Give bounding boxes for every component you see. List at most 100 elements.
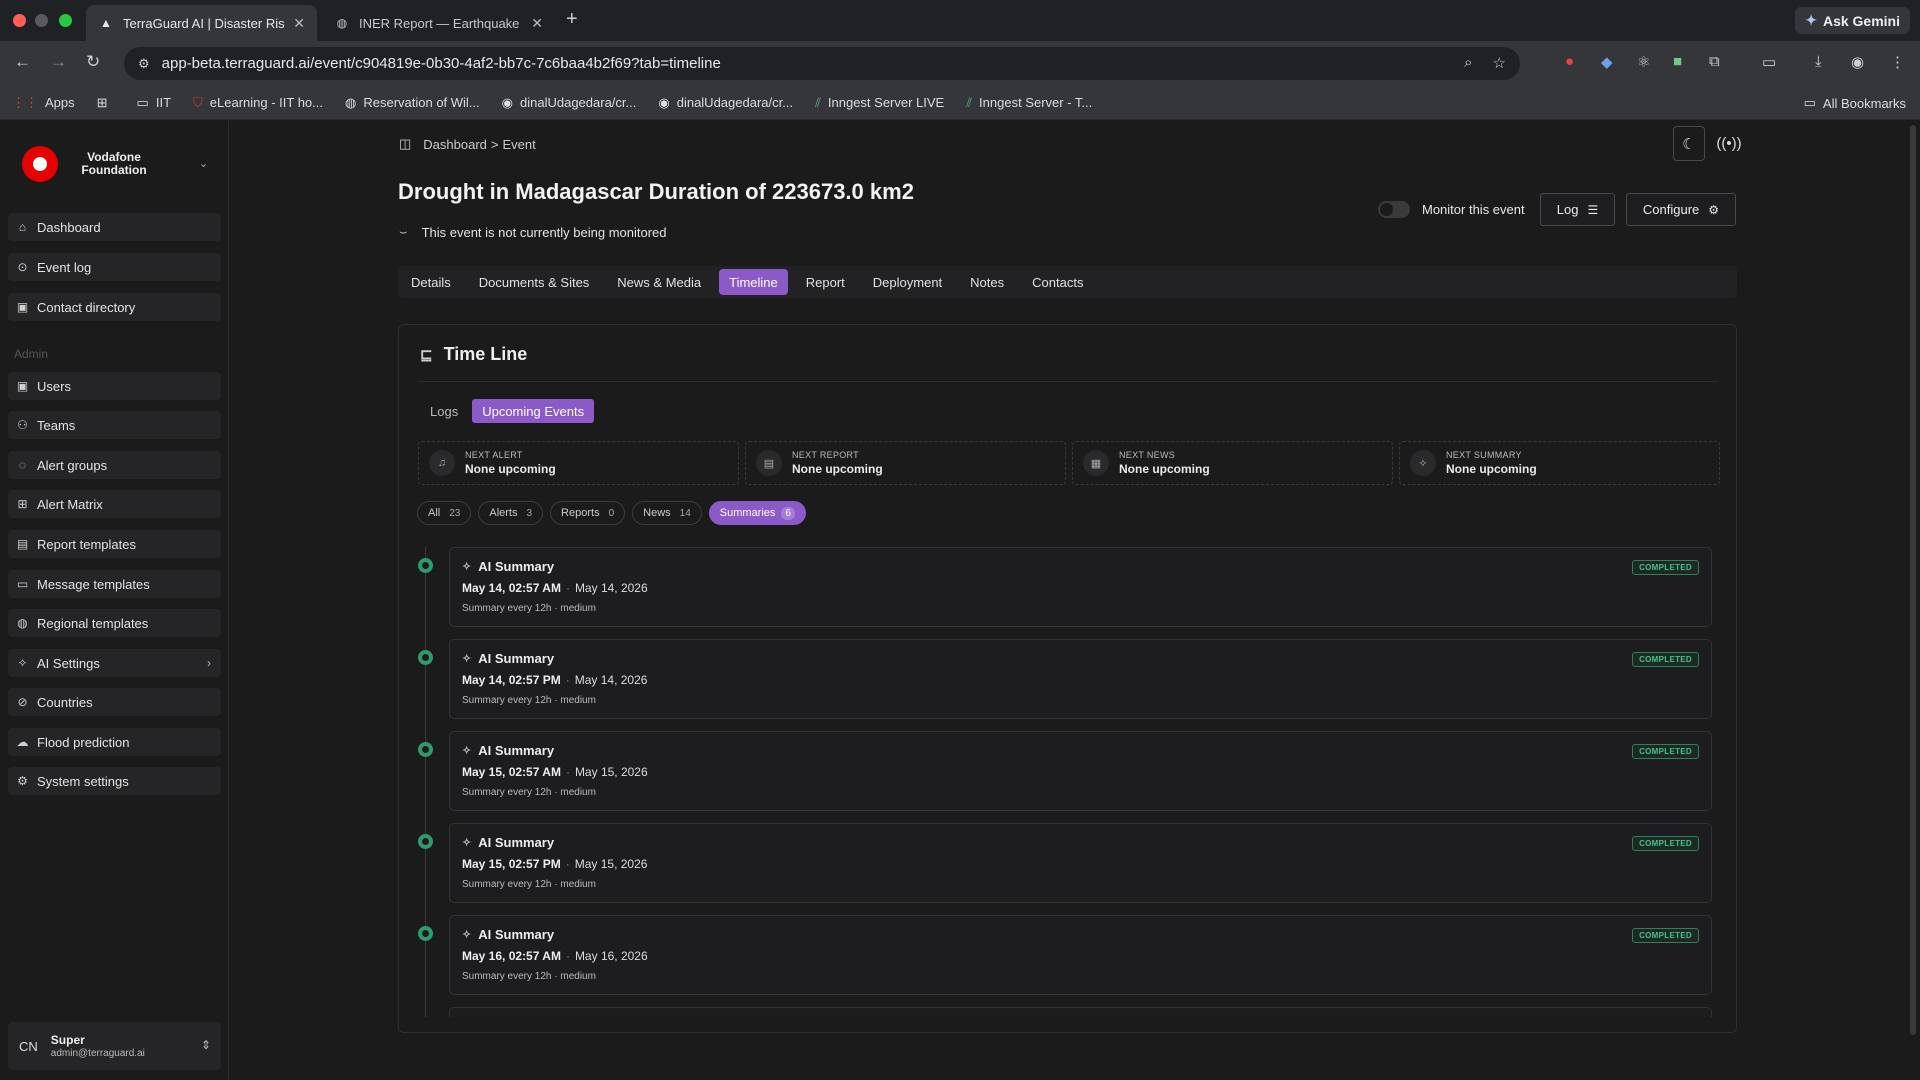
sidebar-toggle-icon[interactable]: ◫ <box>399 136 411 152</box>
tab-report[interactable]: Report <box>796 269 855 295</box>
monitor-switch[interactable] <box>1378 201 1410 218</box>
bookmark-iit[interactable]: ▭ IIT <box>137 95 171 111</box>
tab-news-media[interactable]: News & Media <box>607 269 711 295</box>
page-scrollbar[interactable] <box>1910 125 1916 1035</box>
extension-icon[interactable]: ⚛ <box>1637 53 1650 71</box>
bookmark-inngest-t[interactable]: ⫽ Inngest Server - T... <box>966 95 1092 111</box>
close-window-button[interactable] <box>13 14 26 27</box>
filter-reports[interactable]: Reports 0 <box>550 501 626 525</box>
address-bar[interactable]: ⚙ app-beta.terraguard.ai/event/c904819e-… <box>124 47 1520 80</box>
tab-details[interactable]: Details <box>401 269 461 295</box>
event-meta: Summary every 12h · medium <box>462 971 596 982</box>
broadcast-button[interactable]: ((•)) <box>1713 126 1745 161</box>
chevron-down-icon[interactable]: ⌄ <box>199 157 208 170</box>
bookmark-label: Inngest Server LIVE <box>827 95 945 110</box>
extensions-puzzle-icon[interactable]: ⧉ <box>1709 53 1720 70</box>
user-menu[interactable]: CN Super admin@terraguard.ai ⇕ <box>8 1022 221 1070</box>
forward-icon[interactable]: → <box>50 52 67 72</box>
configure-button[interactable]: Configure ⚙ <box>1626 193 1736 226</box>
bookmark-github-1[interactable]: ◉ dinalUdagedara/cr... <box>502 95 637 111</box>
bookmark-apps[interactable]: ⋮⋮ Apps <box>12 95 75 111</box>
cast-icon[interactable]: ▭ <box>1762 53 1776 71</box>
timeline-event[interactable]: ✧ AI Summary May 16, 02:57 AM · May 16, 202… <box>449 915 1712 995</box>
timeline-event[interactable]: ✧ AI Summary May 14, 02:57 PM · May 14, 202… <box>449 639 1712 719</box>
sparkle-icon: ✧ <box>462 653 472 665</box>
tab-timeline[interactable]: Timeline <box>719 269 788 295</box>
new-tab-button[interactable]: + <box>566 8 578 31</box>
theme-toggle-button[interactable]: ☾ <box>1673 126 1705 161</box>
close-tab-icon[interactable]: ✕ <box>531 15 543 32</box>
timeline-event[interactable]: ✧ AI Summary May 15, 02:57 PM · May 15, 202… <box>449 823 1712 903</box>
extension-icon[interactable]: ◆ <box>1601 53 1613 71</box>
timeline-event[interactable]: ✧ AI Summary May 14, 02:57 AM · May 14, 202… <box>449 547 1712 627</box>
close-tab-icon[interactable]: ✕ <box>293 15 305 32</box>
sidebar-item-system-settings[interactable]: ⚙ System settings <box>8 767 221 795</box>
url-text[interactable]: app-beta.terraguard.ai/event/c904819e-0b… <box>162 55 721 72</box>
maximize-window-button[interactable] <box>59 14 72 27</box>
browser-tab-iner-report[interactable]: ◍ INER Report — Earthquake in ✕ <box>322 5 555 41</box>
timeline-card: ⊑ Time Line Logs Upcoming Events ♫ NEXT … <box>398 324 1737 1033</box>
extension-icon[interactable]: ■ <box>1673 53 1682 70</box>
sidebar-item-report-templates[interactable]: ▤ Report templates <box>8 530 221 558</box>
extension-icon[interactable]: ● <box>1565 53 1574 70</box>
bookmark-star-icon[interactable]: ☆ <box>1493 54 1506 72</box>
org-switcher[interactable]: Vodafone Foundation <box>22 146 150 182</box>
sidebar-item-teams[interactable]: ⚇ Teams <box>8 411 221 439</box>
sidebar-item-regional-templates[interactable]: ◍ Regional templates <box>8 609 221 637</box>
sidebar-item-alert-groups[interactable]: ◌ Alert groups <box>8 451 221 479</box>
sidebar-item-ai-settings[interactable]: ✧ AI Settings › <box>8 649 221 677</box>
zoom-icon[interactable]: ⌕ <box>1464 54 1472 72</box>
menu-kebab-icon[interactable]: ⋮ <box>1890 53 1905 71</box>
ask-gemini-button[interactable]: ✦ Ask Gemini <box>1795 7 1910 34</box>
sidebar-item-flood-prediction[interactable]: ☁ Flood prediction <box>8 728 221 756</box>
sparkle-icon: ✧ <box>462 837 472 849</box>
monitor-toggle[interactable]: Monitor this event <box>1378 201 1525 218</box>
bookmark-grid[interactable]: ⊞ <box>97 95 115 111</box>
site-info-icon[interactable]: ⚙ <box>138 56 150 72</box>
filter-all[interactable]: All 23 <box>417 501 472 525</box>
filter-summaries[interactable]: Summaries 6 <box>708 501 806 525</box>
download-icon[interactable]: ⤓ <box>1815 53 1822 70</box>
bookmark-reservation[interactable]: ◍ Reservation of Wil... <box>345 95 480 111</box>
folder-icon: ▭ <box>1803 95 1816 110</box>
subtab-upcoming-events[interactable]: Upcoming Events <box>472 399 595 423</box>
broadcast-icon: ((•)) <box>1716 135 1742 152</box>
bookmark-inngest-live[interactable]: ⫽ Inngest Server LIVE <box>815 95 944 111</box>
tab-documents-sites[interactable]: Documents & Sites <box>469 269 600 295</box>
sidebar-item-users[interactable]: ▣ Users <box>8 372 221 400</box>
bookmark-label: Reservation of Wil... <box>363 95 480 110</box>
browser-tab-terraguard[interactable]: ▲ TerraGuard AI | Disaster Risk I ✕ <box>86 5 317 41</box>
sidebar-item-dashboard[interactable]: ⌂ Dashboard <box>8 213 221 241</box>
profile-avatar-icon[interactable]: ◉ <box>1851 53 1864 71</box>
sidebar-item-alert-matrix[interactable]: ⊞ Alert Matrix <box>8 490 221 518</box>
bookmark-elearning[interactable]: ⛉ eLearning - IIT ho... <box>193 95 323 111</box>
bookmark-github-2[interactable]: ◉ dinalUdagedara/cr... <box>658 95 793 111</box>
bookmark-label: Apps <box>45 95 75 110</box>
tab-notes[interactable]: Notes <box>960 269 1014 295</box>
sidebar-item-contact-directory[interactable]: ▣ Contact directory <box>8 293 221 321</box>
sidebar-item-message-templates[interactable]: ▭ Message templates <box>8 570 221 598</box>
minimize-window-button[interactable] <box>35 14 48 27</box>
report-icon: ▤ <box>16 537 29 551</box>
status-badge: COMPLETED <box>1632 744 1699 759</box>
sidebar-item-label: AI Settings <box>37 655 100 671</box>
filter-news[interactable]: News 14 <box>632 501 702 525</box>
timeline-event[interactable]: ✧ AI Summary May 15, 02:57 AM · May 15, 202… <box>449 731 1712 811</box>
status-badge: COMPLETED <box>1632 560 1699 575</box>
timeline-event-partial[interactable] <box>449 1007 1712 1017</box>
event-title: AI Summary <box>478 743 555 758</box>
tab-deployment[interactable]: Deployment <box>863 269 952 295</box>
timeline-list[interactable]: ✧ AI Summary May 14, 02:57 AM · May 14, 202… <box>417 547 1717 1017</box>
subtab-logs[interactable]: Logs <box>420 399 468 423</box>
sidebar-item-countries[interactable]: ⊘ Countries <box>8 688 221 716</box>
sidebar-item-label: System settings <box>37 773 129 789</box>
log-button[interactable]: Log ☰ <box>1540 193 1615 226</box>
breadcrumb-dashboard[interactable]: Dashboard <box>423 137 487 152</box>
back-icon[interactable]: ← <box>14 52 31 72</box>
tab-contacts[interactable]: Contacts <box>1022 269 1093 295</box>
page-title: Drought in Madagascar Duration of 223673… <box>398 179 914 204</box>
reload-icon[interactable]: ↻ <box>86 52 100 72</box>
all-bookmarks[interactable]: ▭ All Bookmarks <box>1804 95 1906 111</box>
filter-alerts[interactable]: Alerts 3 <box>478 501 544 525</box>
sidebar-item-event-log[interactable]: ⊙ Event log <box>8 253 221 281</box>
